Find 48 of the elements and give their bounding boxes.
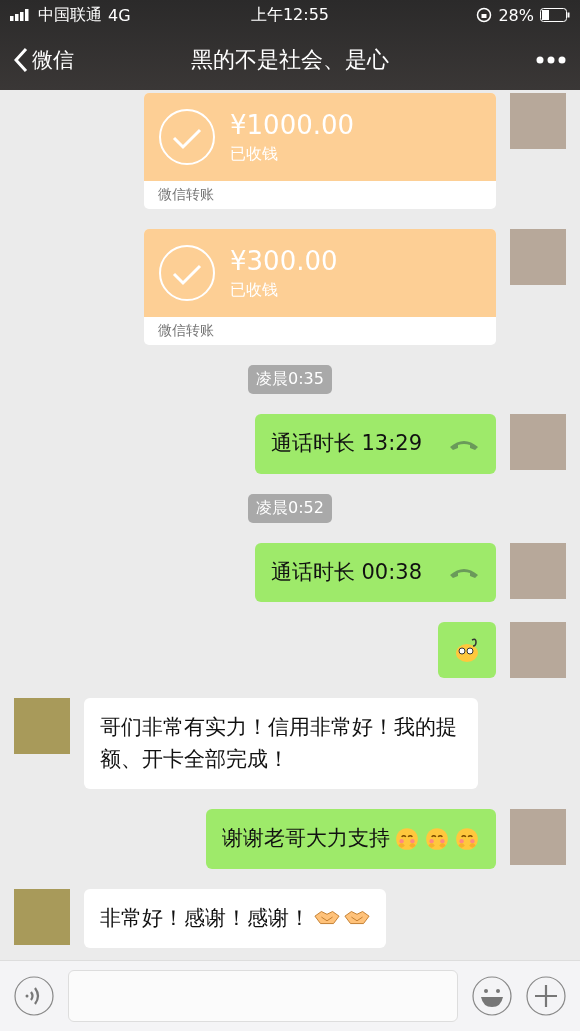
transfer-card[interactable]: ¥1000.00 已收钱 微信转账	[144, 93, 496, 209]
avatar-photo[interactable]	[510, 622, 566, 678]
transfer-amount: ¥1000.00	[230, 109, 355, 140]
check-circle-icon	[158, 244, 216, 302]
avatar-photo[interactable]	[510, 229, 566, 285]
avatar-photo[interactable]	[510, 542, 566, 599]
transfer-status: 已收钱	[230, 279, 279, 301]
avatar-photo[interactable]	[510, 93, 566, 149]
battery-percent: 28%	[498, 5, 534, 25]
call-bubble[interactable]: 通话时长 00:38	[254, 542, 496, 602]
transfer-label: 微信转账	[157, 185, 215, 204]
clock: 上午12:55	[250, 4, 330, 26]
transfer-amount: ¥300.00	[230, 245, 338, 276]
blushing-face-icon	[394, 825, 420, 852]
smiley-icon[interactable]	[472, 976, 512, 1016]
chevron-left-icon	[14, 47, 28, 73]
chat-title: 黑的不是社会、是心	[191, 47, 389, 72]
call-bubble[interactable]: 通话时长 13:29	[254, 414, 496, 474]
transfer-label: 微信转账	[157, 321, 215, 340]
message-bubble[interactable]: 谢谢老哥大力支持	[206, 809, 496, 869]
network-type: 4G	[108, 5, 131, 25]
timestamp: 凌晨0:35	[248, 365, 332, 394]
blushing-face-icon	[424, 825, 450, 852]
voice-icon[interactable]	[14, 976, 54, 1016]
check-circle-icon	[158, 108, 216, 166]
avatar-photo[interactable]	[510, 809, 566, 865]
plus-icon[interactable]	[526, 976, 566, 1016]
back-button[interactable]: 微信	[14, 46, 74, 74]
signal-icon	[10, 9, 32, 21]
more-icon[interactable]	[536, 56, 566, 64]
carrier-name: 中国联通	[38, 4, 102, 26]
message-input[interactable]	[68, 970, 458, 1022]
transfer-status: 已收钱	[230, 143, 279, 165]
timestamp: 凌晨0:52	[248, 493, 332, 523]
message-bubble[interactable]: 哥们非常有实力！信用非常好！我的提额、开卡全部完成！	[84, 698, 478, 789]
confused-face-icon	[454, 636, 480, 664]
transfer-card[interactable]: ¥300.00 已收钱 微信转账	[144, 229, 496, 345]
message-bubble[interactable]: 非常好！感谢！感谢！	[84, 888, 386, 948]
rotation-lock-icon	[476, 7, 493, 23]
blushing-face-icon	[454, 825, 480, 852]
message-text: 非常好！感谢！感谢！	[100, 904, 310, 932]
avatar-photo[interactable]	[14, 698, 70, 754]
battery-icon	[540, 8, 570, 22]
sticker-bubble[interactable]	[438, 622, 496, 678]
avatar-photo[interactable]	[14, 888, 70, 945]
message-text: 谢谢老哥大力支持	[222, 825, 390, 852]
avatar-photo[interactable]	[510, 414, 566, 470]
message-text: 哥们非常有实力！信用非常好！我的提额、开卡全部完成！	[100, 714, 458, 773]
